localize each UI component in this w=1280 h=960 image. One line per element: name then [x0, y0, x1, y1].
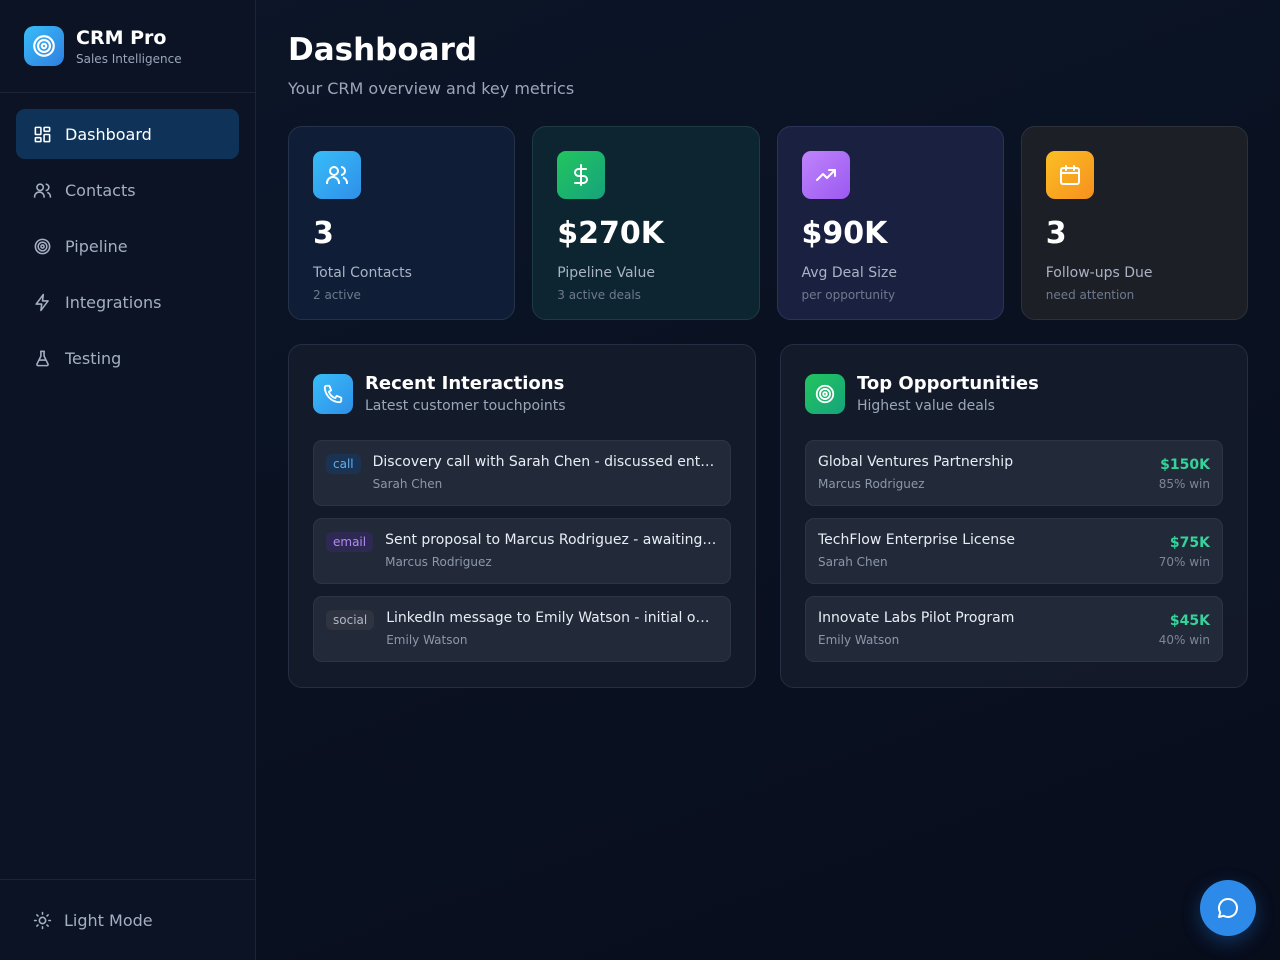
stat-label: Total Contacts [313, 265, 412, 281]
stat-label: Avg Deal Size [801, 265, 897, 281]
stat-value: 3 [313, 216, 334, 251]
panel-subtitle: Highest value deals [857, 398, 995, 414]
interaction-item[interactable]: email Sent proposal to Marcus Rodriguez … [313, 518, 731, 584]
sidebar-nav: Dashboard Contacts Pipeline Integrations… [0, 93, 255, 405]
interaction-person: Marcus Rodriguez [385, 555, 492, 569]
sidebar-item-testing[interactable]: Testing [16, 333, 239, 383]
panel-title: Recent Interactions [365, 373, 565, 394]
users-icon [33, 182, 52, 198]
bolt-icon [35, 293, 49, 311]
brand-title: CRM Pro [76, 26, 167, 49]
sidebar-item-pipeline[interactable]: Pipeline [16, 221, 239, 271]
panel-title: Top Opportunities [857, 373, 1039, 394]
target-icon [24, 26, 64, 66]
panel-subtitle: Latest customer touchpoints [365, 398, 566, 414]
opportunity-name: Innovate Labs Pilot Program [818, 610, 1015, 626]
dashboard-icon [34, 126, 51, 142]
stat-card-avg-deal: $90K Avg Deal Size per opportunity [776, 126, 1004, 320]
sidebar-item-label: Integrations [65, 292, 162, 312]
users-icon [313, 151, 361, 199]
sidebar-item-contacts[interactable]: Contacts [16, 165, 239, 215]
opportunity-item[interactable]: TechFlow Enterprise License Sarah Chen $… [805, 518, 1223, 584]
opportunity-name: Global Ventures Partnership [818, 454, 1014, 470]
opportunity-amount: $45K [1169, 613, 1210, 629]
page-subtitle: Your CRM overview and key metrics [288, 79, 575, 98]
opportunity-win-rate: 40% win [1158, 633, 1210, 647]
interaction-item[interactable]: call Discovery call with Sarah Chen - di… [313, 440, 731, 506]
opportunity-item[interactable]: Innovate Labs Pilot Program Emily Watson… [805, 596, 1223, 662]
theme-toggle-button[interactable]: Light Mode [0, 879, 255, 960]
chat-bubble-icon [1218, 898, 1238, 918]
interaction-type-badge: social [326, 610, 375, 630]
sun-icon [33, 911, 52, 929]
opportunities-list: Global Ventures Partnership Marcus Rodri… [805, 440, 1223, 662]
sidebar-item-label: Contacts [65, 180, 136, 200]
opportunity-name: TechFlow Enterprise License [818, 532, 1016, 548]
opportunity-item[interactable]: Global Ventures Partnership Marcus Rodri… [805, 440, 1223, 506]
dollar-icon [557, 151, 606, 199]
recent-interactions-panel: Recent Interactions Latest customer touc… [288, 344, 756, 688]
flask-icon [36, 350, 49, 366]
top-opportunities-panel: Top Opportunities Highest value deals Gl… [780, 344, 1248, 688]
sidebar-item-dashboard[interactable]: Dashboard [16, 109, 239, 159]
trend-up-icon [801, 151, 850, 199]
opportunity-win-rate: 85% win [1158, 477, 1210, 491]
interaction-person: Sarah Chen [372, 477, 443, 491]
phone-icon [313, 374, 353, 414]
sidebar-item-integrations[interactable]: Integrations [16, 277, 239, 327]
stat-note: 2 active [313, 288, 361, 302]
interaction-text: LinkedIn message to Emily Watson - initi… [386, 610, 718, 626]
target-icon [805, 374, 845, 414]
stat-note: 3 active deals [557, 288, 641, 302]
opportunity-contact: Sarah Chen [818, 555, 888, 569]
interactions-list: call Discovery call with Sarah Chen - di… [313, 440, 731, 662]
interaction-type-badge: email [326, 532, 374, 552]
theme-toggle-label: Light Mode [64, 910, 153, 930]
stat-card-contacts: 3 Total Contacts 2 active [288, 126, 516, 320]
brand: CRM Pro Sales Intelligence [0, 0, 255, 93]
stat-label: Pipeline Value [557, 265, 655, 281]
sidebar: CRM Pro Sales Intelligence Dashboard Con… [0, 0, 256, 960]
main-content: Dashboard Your CRM overview and key metr… [288, 0, 1248, 688]
interaction-person: Emily Watson [386, 633, 468, 647]
stats-row: 3 Total Contacts 2 active $270K Pipeline… [288, 126, 1248, 320]
interaction-type-badge: call [326, 454, 361, 474]
stat-value: $270K [557, 216, 664, 251]
interaction-text: Sent proposal to Marcus Rodriguez - awai… [385, 532, 718, 548]
panels-row: Recent Interactions Latest customer touc… [288, 344, 1248, 688]
page-title: Dashboard [288, 32, 478, 68]
sidebar-item-label: Testing [65, 348, 122, 368]
stat-card-follow-ups: 3 Follow-ups Due need attention [1020, 126, 1248, 320]
chat-button[interactable] [1200, 880, 1256, 936]
sidebar-item-label: Dashboard [65, 124, 152, 144]
target-icon [34, 238, 51, 254]
stat-value: $90K [801, 216, 888, 251]
opportunity-contact: Marcus Rodriguez [818, 477, 925, 491]
stat-note: need attention [1045, 288, 1135, 302]
calendar-icon [1045, 151, 1094, 199]
sidebar-item-label: Pipeline [65, 236, 128, 256]
brand-subtitle: Sales Intelligence [76, 51, 182, 66]
interaction-item[interactable]: social LinkedIn message to Emily Watson … [313, 596, 731, 662]
opportunity-amount: $75K [1169, 535, 1210, 551]
opportunity-contact: Emily Watson [818, 633, 900, 647]
stat-label: Follow-ups Due [1045, 265, 1153, 281]
stat-value: 3 [1045, 216, 1067, 251]
opportunity-win-rate: 70% win [1158, 555, 1210, 569]
stat-card-pipeline-value: $270K Pipeline Value 3 active deals [532, 126, 760, 320]
stat-note: per opportunity [801, 288, 896, 302]
interaction-text: Discovery call with Sarah Chen - discuss… [372, 454, 718, 470]
opportunity-amount: $150K [1160, 457, 1210, 473]
